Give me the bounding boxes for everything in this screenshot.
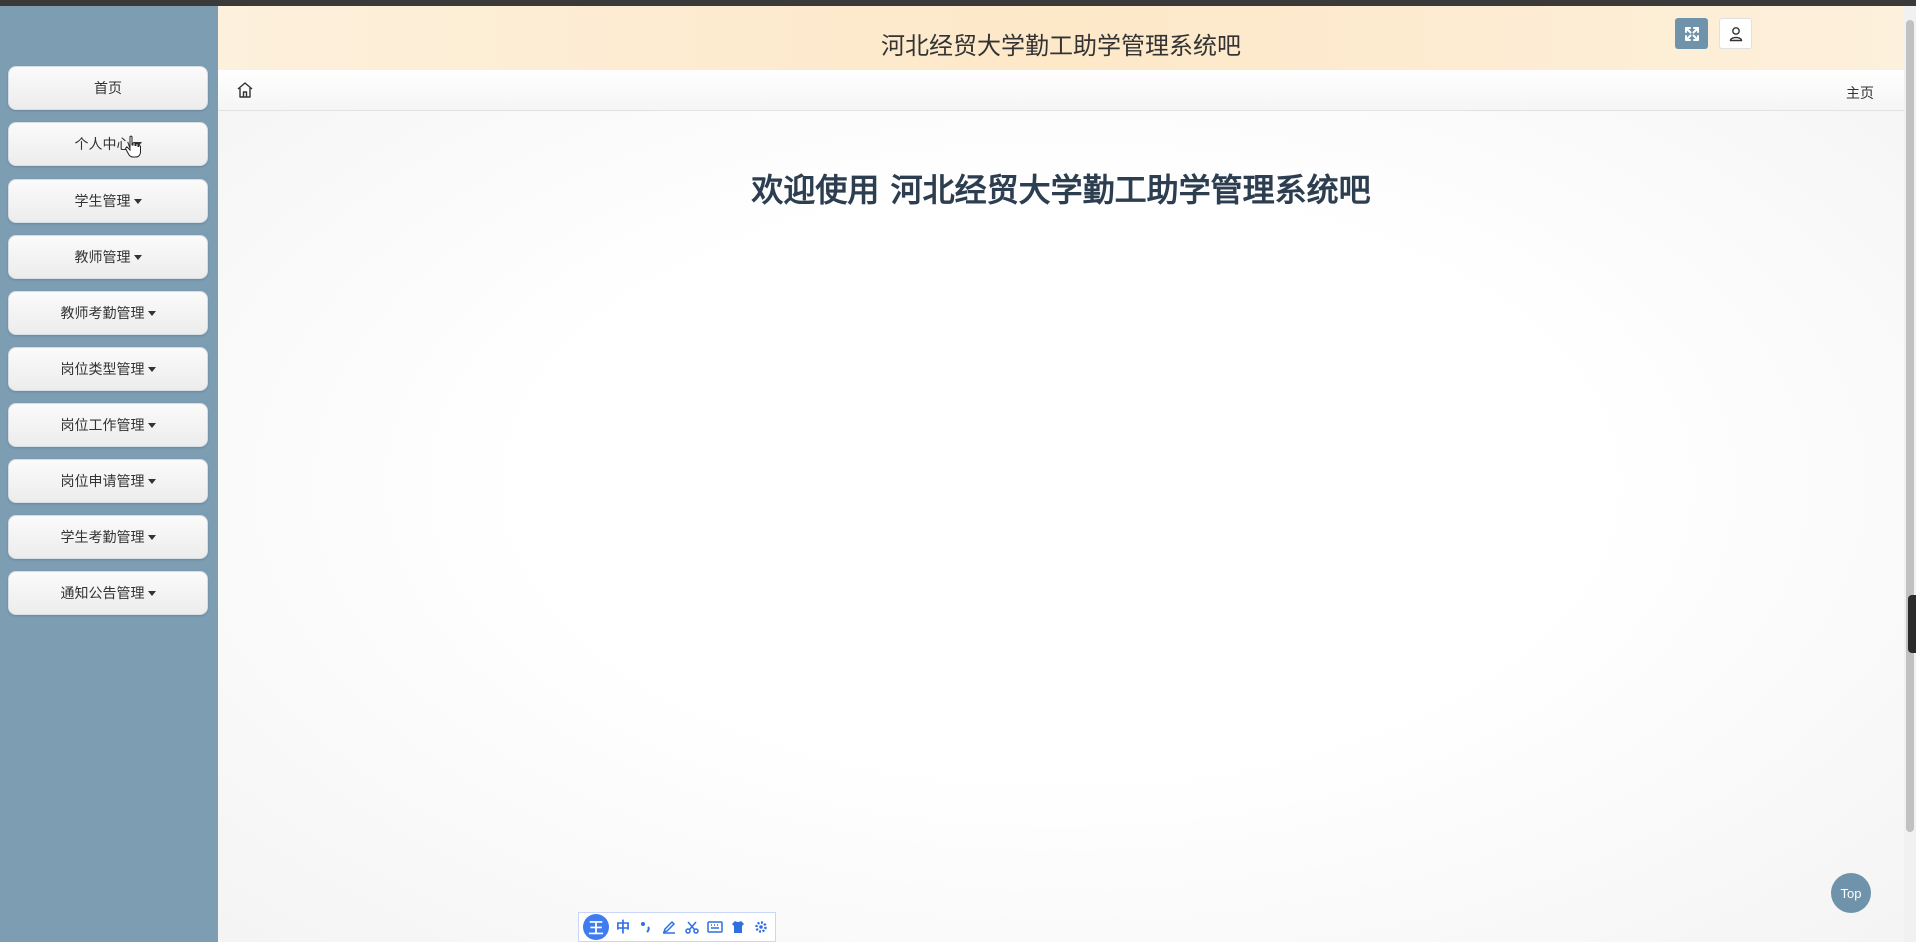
expand-icon xyxy=(1684,26,1699,41)
ime-logo-icon[interactable]: 王 xyxy=(583,914,609,940)
caret-down-icon xyxy=(147,535,156,540)
ime-mode-toggle[interactable]: 中 xyxy=(614,918,632,936)
home-icon[interactable] xyxy=(235,80,255,100)
caret-down-icon xyxy=(147,479,156,484)
fullscreen-button[interactable] xyxy=(1675,18,1708,49)
side-widget-tab[interactable] xyxy=(1908,595,1916,653)
sidebar-item-teacher-attendance[interactable]: 教师考勤管理 xyxy=(8,291,208,335)
sidebar-item-home[interactable]: 首页 xyxy=(8,66,208,110)
punctuation-icon[interactable] xyxy=(637,918,655,936)
breadcrumb-current: 主页 xyxy=(1846,85,1874,101)
skin-icon[interactable] xyxy=(729,918,747,936)
sidebar-item-label: 学生管理 xyxy=(74,193,131,209)
sidebar-item-notice-management[interactable]: 通知公告管理 xyxy=(8,571,208,615)
sidebar-item-personal-center[interactable]: 个人中心 xyxy=(8,122,208,166)
sidebar-item-position-work[interactable]: 岗位工作管理 xyxy=(8,403,208,447)
vertical-scrollbar[interactable] xyxy=(1904,6,1916,942)
keyboard-icon[interactable] xyxy=(706,918,724,936)
hand-cursor-icon xyxy=(125,135,141,158)
sidebar-item-label: 通知公告管理 xyxy=(60,585,145,601)
sidebar-item-label: 岗位类型管理 xyxy=(60,361,145,377)
sidebar: 首页 个人中心 学生管理 教师管理 教师考勤管理 岗位类型管理 岗位工作管理 岗… xyxy=(0,6,218,942)
sidebar-item-label: 教师考勤管理 xyxy=(60,305,145,321)
sidebar-item-label: 岗位申请管理 xyxy=(60,473,145,489)
sidebar-item-label: 教师管理 xyxy=(74,249,131,265)
sidebar-item-teacher-management[interactable]: 教师管理 xyxy=(8,235,208,279)
caret-down-icon xyxy=(147,311,156,316)
settings-icon[interactable] xyxy=(752,918,770,936)
user-button[interactable] xyxy=(1719,18,1752,49)
caret-down-icon xyxy=(147,591,156,596)
pen-icon[interactable] xyxy=(660,918,678,936)
sidebar-item-label: 岗位工作管理 xyxy=(60,417,145,433)
back-to-top-button[interactable]: Top xyxy=(1831,873,1871,913)
scrollbar-thumb[interactable] xyxy=(1906,20,1914,832)
sidebar-item-position-application[interactable]: 岗位申请管理 xyxy=(8,459,208,503)
caret-down-icon xyxy=(133,255,142,260)
scissors-icon[interactable] xyxy=(683,918,701,936)
caret-down-icon xyxy=(147,367,156,372)
caret-down-icon xyxy=(133,199,142,204)
sidebar-item-label: 首页 xyxy=(94,80,122,96)
sidebar-item-student-attendance[interactable]: 学生考勤管理 xyxy=(8,515,208,559)
ime-toolbar: 王 中 xyxy=(578,912,776,942)
caret-down-icon xyxy=(147,423,156,428)
page-title: 河北经贸大学勤工助学管理系统吧 xyxy=(881,32,1241,60)
main-content: 欢迎使用 河北经贸大学勤工助学管理系统吧 xyxy=(218,111,1904,942)
welcome-heading: 欢迎使用 河北经贸大学勤工助学管理系统吧 xyxy=(751,171,1371,209)
header: 河北经贸大学勤工助学管理系统吧 xyxy=(218,6,1904,70)
breadcrumb: 主页 xyxy=(218,70,1904,111)
user-icon xyxy=(1729,26,1742,41)
sidebar-item-position-type[interactable]: 岗位类型管理 xyxy=(8,347,208,391)
sidebar-item-student-management[interactable]: 学生管理 xyxy=(8,179,208,223)
sidebar-item-label: 学生考勤管理 xyxy=(60,529,145,545)
sidebar-item-label: 个人中心 xyxy=(74,136,131,152)
